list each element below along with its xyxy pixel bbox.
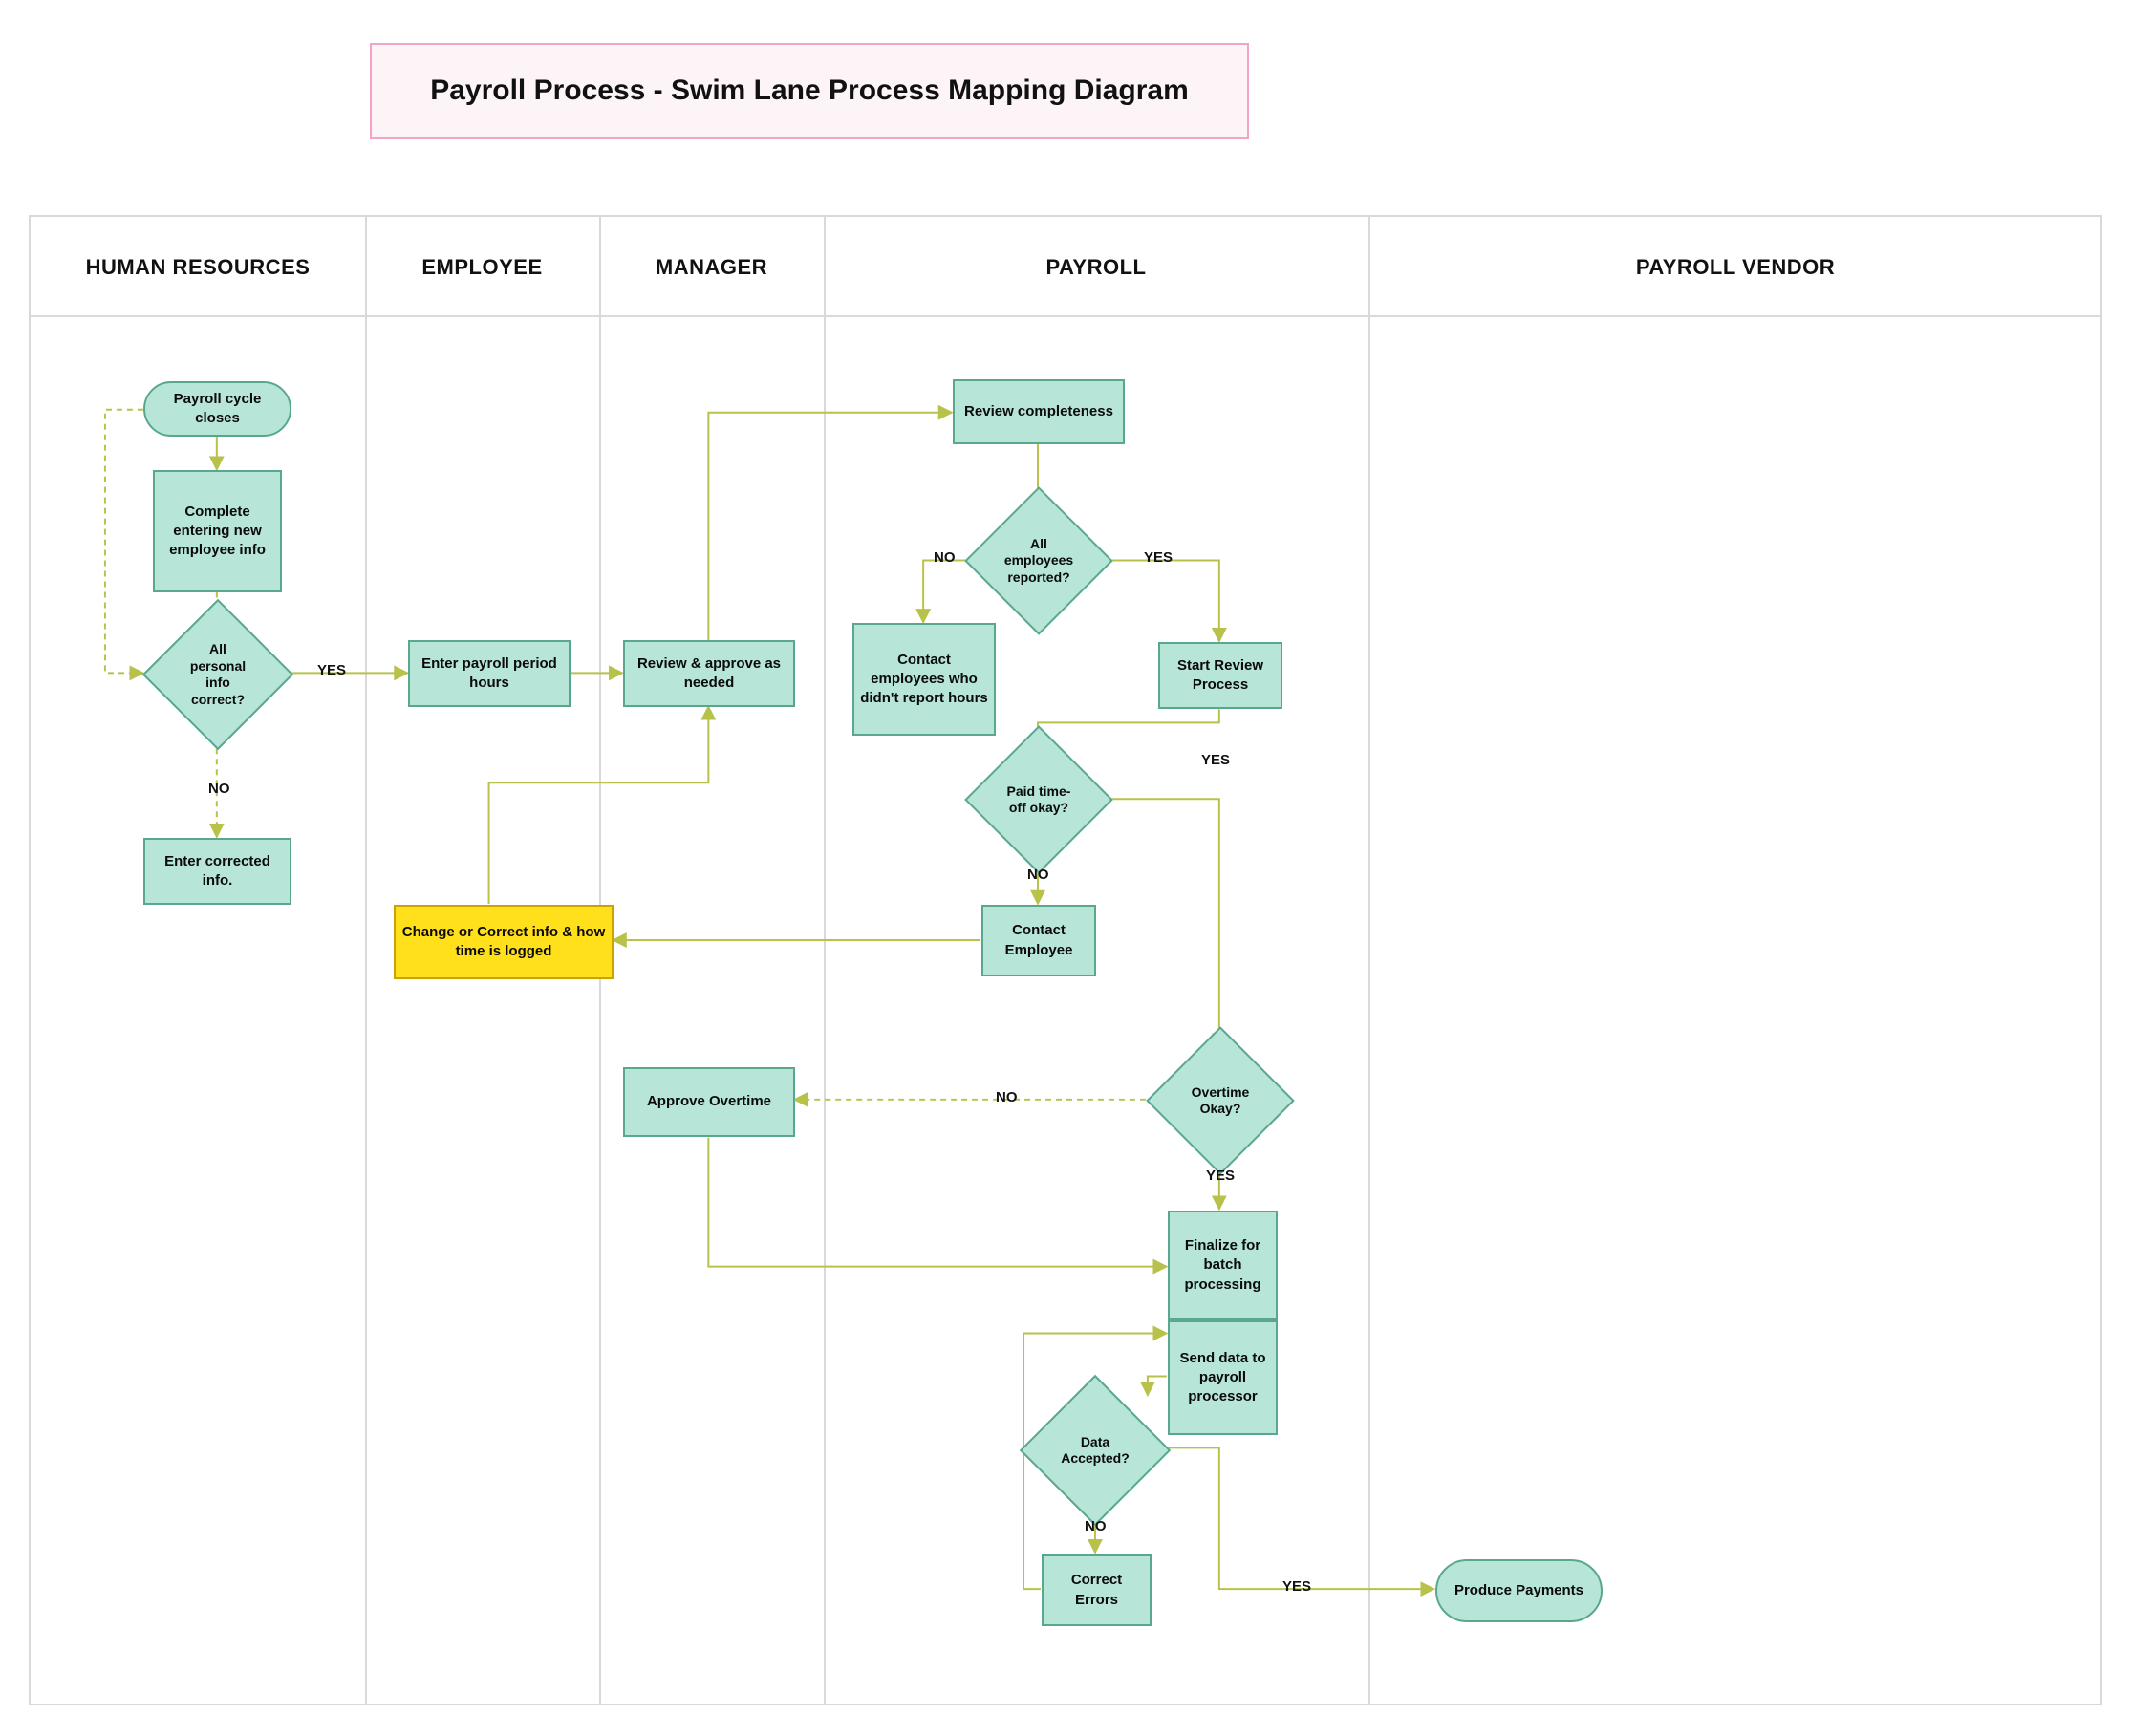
decision-data-accepted: Data Accepted?	[1042, 1397, 1149, 1504]
label-no: NO	[934, 549, 956, 566]
process-complete-info: Complete entering new employee info	[153, 470, 282, 592]
lane-divider	[365, 217, 367, 1704]
label-yes: YES	[1144, 549, 1173, 566]
process-contact-not-reported: Contact employees who didn't report hour…	[852, 623, 996, 736]
terminator-start: Payroll cycle closes	[143, 381, 291, 437]
label-no: NO	[1027, 867, 1049, 883]
lane-divider	[1368, 217, 1370, 1704]
swimlane-container: HUMAN RESOURCES EMPLOYEE MANAGER PAYROLL…	[29, 215, 2102, 1705]
diagram-title: Payroll Process - Swim Lane Process Mapp…	[430, 75, 1189, 107]
label-yes: YES	[1206, 1168, 1235, 1184]
process-approve-overtime: Approve Overtime	[623, 1067, 795, 1137]
process-send-data: Send data to payroll processor	[1168, 1320, 1278, 1435]
diagram-page: Payroll Process - Swim Lane Process Mapp…	[0, 0, 2132, 1736]
process-review-completeness: Review completeness	[953, 379, 1125, 444]
lane-header-hr: HUMAN RESOURCES	[31, 217, 365, 317]
label-no: NO	[208, 781, 230, 797]
label-yes: YES	[317, 662, 346, 678]
process-finalize-batch: Finalize for batch processing	[1168, 1211, 1278, 1320]
process-change-correct: Change or Correct info & how time is log…	[394, 905, 614, 979]
lane-header-payroll: PAYROLL	[824, 217, 1368, 317]
label-yes: YES	[1201, 752, 1230, 768]
lane-header-manager: MANAGER	[599, 217, 824, 317]
lane-header-employee: EMPLOYEE	[365, 217, 599, 317]
process-contact-employee: Contact Employee	[981, 905, 1096, 976]
label-no: NO	[1085, 1518, 1107, 1534]
lane-header-vendor: PAYROLL VENDOR	[1368, 217, 2102, 317]
terminator-produce-payments: Produce Payments	[1435, 1559, 1603, 1622]
process-enter-corrected: Enter corrected info.	[143, 838, 291, 905]
process-review-approve: Review & approve as needed	[623, 640, 795, 707]
decision-all-reported: All employees reported?	[986, 508, 1091, 613]
label-yes: YES	[1282, 1578, 1311, 1595]
decision-overtime-okay: Overtime Okay?	[1168, 1048, 1273, 1153]
label-no: NO	[996, 1089, 1018, 1105]
decision-paid-time-off: Paid time-off okay?	[986, 747, 1091, 852]
process-correct-errors: Correct Errors	[1042, 1554, 1152, 1626]
process-start-review: Start Review Process	[1158, 642, 1282, 709]
lane-divider	[824, 217, 826, 1704]
decision-all-personal-info: All personal info correct?	[164, 621, 271, 728]
diagram-title-box: Payroll Process - Swim Lane Process Mapp…	[370, 43, 1249, 139]
process-enter-hours: Enter payroll period hours	[408, 640, 571, 707]
